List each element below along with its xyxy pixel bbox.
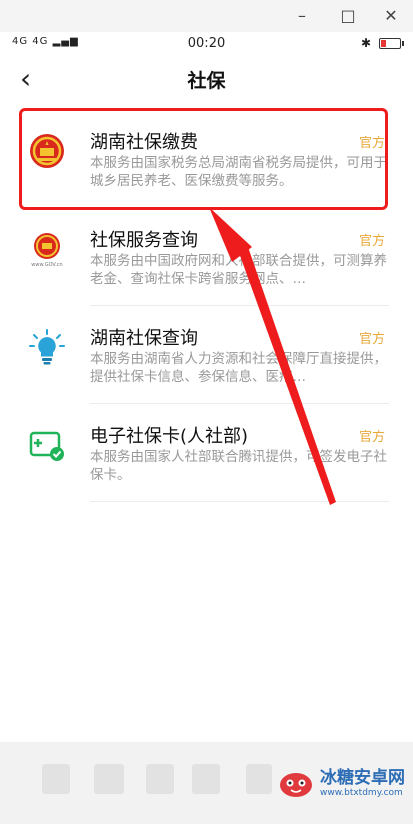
ecard-icon: [29, 431, 64, 461]
item-description: 本服务由国家人社部联合腾讯提供，可签发电子社保卡。: [90, 449, 387, 483]
battery-icon: [379, 37, 404, 49]
nav-bar: ‹ 社保: [0, 56, 413, 102]
official-badge: 官方: [358, 332, 385, 347]
item-title: 电子社保卡(人社部): [90, 426, 249, 447]
list-item[interactable]: www.GOV.cn 社保服务查询 官方 本服务由中国政府网和人社部联合提供，可…: [0, 206, 413, 306]
blurred-block: [146, 764, 174, 794]
maximize-button[interactable]: □: [335, 4, 361, 28]
svg-text:www.GOV.cn: www.GOV.cn: [31, 262, 62, 268]
item-title: 湖南社保查询: [90, 328, 198, 349]
gov-emblem-icon: www.GOV.cn: [31, 233, 63, 268]
status-bar: 4G 4G ▂▄▆ 00:20 ✱: [0, 32, 413, 56]
close-button[interactable]: ✕: [378, 4, 404, 28]
watermark-url: www.btxtdmy.com: [320, 788, 403, 798]
bottom-area: 冰糖安卓网 www.btxtdmy.com: [0, 742, 413, 824]
blurred-block: [192, 764, 220, 794]
item-description: 本服务由湖南省人力资源和社会保障厅直接提供，提供社保卡信息、参保信息、医疗…: [90, 351, 387, 385]
minimize-button[interactable]: –: [289, 4, 315, 28]
item-title: 社保服务查询: [90, 230, 198, 251]
official-badge: 官方: [358, 430, 385, 445]
bluetooth-icon: ✱: [360, 36, 371, 50]
divider: [90, 501, 389, 502]
page-title: 社保: [187, 70, 226, 92]
list-item[interactable]: 湖南社保查询 官方 本服务由湖南省人力资源和社会保障厅直接提供，提供社保卡信息、…: [0, 304, 413, 404]
item-description: 本服务由中国政府网和人社部联合提供，可测算养老金、查询社保卡跨省服务网点、…: [90, 253, 387, 287]
blurred-block: [42, 764, 70, 794]
official-badge: 官方: [358, 234, 385, 249]
list-item[interactable]: 电子社保卡(人社部) 官方 本服务由国家人社部联合腾讯提供，可签发电子社保卡。: [0, 402, 413, 502]
highlight-box: [19, 108, 388, 210]
watermark: 冰糖安卓网 www.btxtdmy.com: [278, 768, 405, 798]
watermark-logo-icon: [280, 773, 312, 797]
status-time: 00:20: [187, 36, 226, 51]
blurred-block: [246, 764, 272, 794]
window-title-bar: – □ ✕: [0, 0, 413, 32]
blurred-block: [94, 764, 124, 794]
watermark-name: 冰糖安卓网: [320, 768, 405, 788]
lightbulb-icon: [29, 329, 65, 365]
